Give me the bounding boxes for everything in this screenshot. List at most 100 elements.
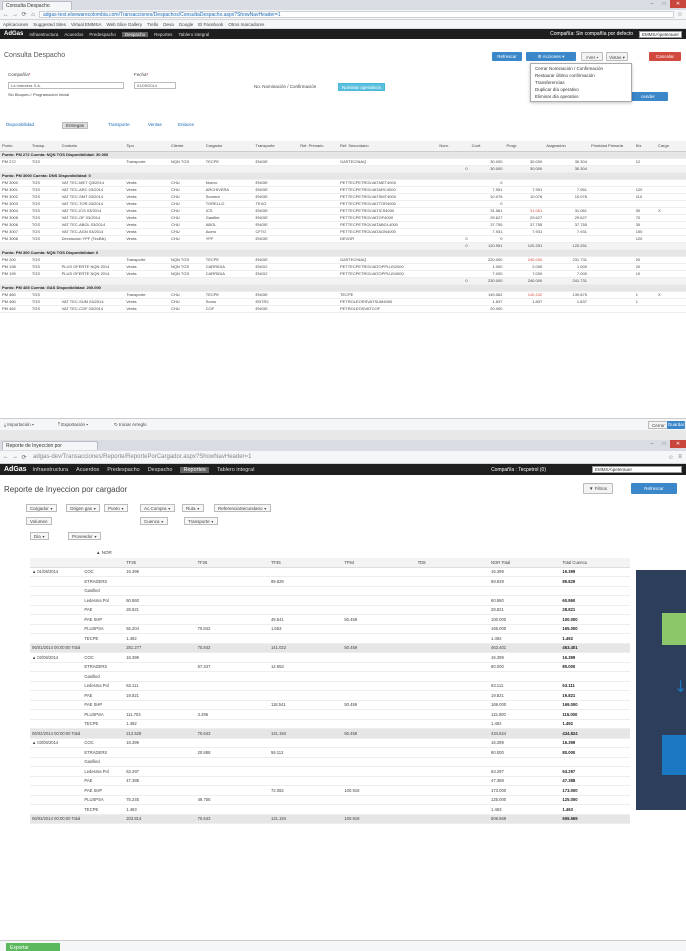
user-select[interactable]: EMMSA\peterauer xyxy=(638,30,682,38)
row-field-chip[interactable]: Dia ▼ xyxy=(30,532,50,540)
column-header[interactable]: Ktz xyxy=(633,141,657,152)
pivot-field-chip[interactable]: Ac.Compra ▼ xyxy=(140,504,175,512)
column-header[interactable]: Cliente xyxy=(168,141,204,152)
tab-transporte[interactable]: Transporte xyxy=(108,122,130,127)
filter-icon[interactable]: ▼ xyxy=(167,507,170,511)
pivot-field-chip[interactable]: Ruta ▼ xyxy=(182,504,204,512)
row-field-chip[interactable]: Proveedor ▼ xyxy=(68,532,102,540)
close-icon[interactable]: ✕ xyxy=(670,0,686,8)
minimize-icon[interactable]: – xyxy=(646,440,658,448)
view-button[interactable]: ⌕Ver ▾ xyxy=(581,52,603,61)
nav-item-predespacho[interactable]: Predespacho xyxy=(89,32,116,37)
menu-item[interactable]: Duplicar día operativo xyxy=(531,86,631,93)
filter-icon[interactable]: ▼ xyxy=(41,535,45,539)
right-action-button[interactable]: cender xyxy=(628,92,668,101)
nav-item-acuerdos[interactable]: Acuerdos xyxy=(76,467,99,473)
tab-enlaces[interactable]: Enlaces xyxy=(178,122,194,127)
column-header[interactable]: Nom. xyxy=(437,141,470,152)
column-header[interactable]: Transporte xyxy=(253,141,299,152)
pivot-column-header[interactable]: TF94 xyxy=(342,558,416,568)
menu-icon[interactable]: ≡ xyxy=(677,454,683,460)
minimize-icon[interactable]: – xyxy=(646,0,658,8)
column-header[interactable]: Conf. xyxy=(469,141,505,152)
bookmark-item[interactable]: Google xyxy=(179,22,194,27)
column-header[interactable]: Asignación xyxy=(544,141,589,152)
column-header[interactable]: Ref. Secundario xyxy=(337,141,438,152)
close-button[interactable]: Cerrar xyxy=(648,421,669,429)
column-header[interactable]: Ref. Primario xyxy=(298,141,338,152)
column-header[interactable]: Cargo xyxy=(656,141,686,152)
bookmark-item[interactable]: Web Slice Gallery xyxy=(106,22,142,27)
tab-entregas[interactable]: Entregas xyxy=(62,122,89,129)
filter-icon[interactable]: ▼ xyxy=(263,507,267,511)
pivot-column-header[interactable]: TF26 xyxy=(195,558,269,568)
forward-icon[interactable]: → xyxy=(12,12,18,18)
pivot-column-header[interactable]: TD8 xyxy=(415,558,489,568)
tab-disponibilidad[interactable]: Disponibilidad xyxy=(6,122,34,127)
menu-item[interactable]: Eliminar día operativo xyxy=(531,93,631,100)
bookmark-item[interactable]: Trello xyxy=(147,22,158,27)
column-header[interactable]: Progr. xyxy=(504,141,545,152)
pivot-field-chip[interactable]: Cuenca ▼ xyxy=(140,517,168,525)
nav-item-infraestructura[interactable]: Infraestructura xyxy=(29,32,58,37)
pivot-column-header[interactable]: NOR Total xyxy=(488,558,561,568)
menu-item[interactable]: Transferencias xyxy=(531,79,631,86)
nav-item-infraestructura[interactable]: Infraestructura xyxy=(33,467,68,473)
nav-item-reportes[interactable]: Reportes xyxy=(180,466,209,473)
filter-icon[interactable]: ▼ xyxy=(92,507,96,511)
refresh-button[interactable]: Refrescar xyxy=(492,52,522,61)
nav-item-despacho[interactable]: Despacho xyxy=(121,31,149,37)
pivot-field-chip[interactable]: Cargador ▼ xyxy=(26,504,58,512)
pivot-field-chip[interactable]: Punto ▼ xyxy=(104,504,129,512)
column-header[interactable]: Cargador xyxy=(203,141,254,152)
user-select[interactable]: EMMSA\peterauer xyxy=(592,466,682,473)
nav-item-predespacho[interactable]: Predespacho xyxy=(107,467,139,473)
bookmark-item[interactable]: Deva xyxy=(163,22,174,27)
url-field[interactable]: adgas-dev/Transacciones/Reporte/ReporteP… xyxy=(30,453,665,462)
back-icon[interactable]: ← xyxy=(3,12,9,18)
forward-icon[interactable]: → xyxy=(12,454,18,460)
column-header[interactable]: Contrato xyxy=(59,141,125,152)
bookmark-item[interactable]: Virtual EMMSA xyxy=(71,22,101,27)
maximize-icon[interactable]: □ xyxy=(658,0,670,8)
compania-select[interactable]: La Imbutera S.A. xyxy=(8,82,124,89)
close-icon[interactable]: ✕ xyxy=(670,440,686,448)
column-header[interactable]: Tipo xyxy=(124,141,169,152)
reload-icon[interactable]: ⟳ xyxy=(21,11,27,18)
fecha-input[interactable]: 01/09/2014 xyxy=(134,82,176,89)
star-icon[interactable]: ☆ xyxy=(677,11,683,18)
bookmark-item[interactable]: Aplicaciones xyxy=(3,22,28,27)
tab-ventas[interactable]: Ventas xyxy=(148,122,162,127)
column-header[interactable]: Punto xyxy=(0,141,30,152)
volume-field-chip[interactable]: Volumen xyxy=(26,517,52,525)
iniciar-arreglo-button[interactable]: ↻ Iniciar Arreglo xyxy=(114,421,147,429)
filter-icon[interactable]: ▼ xyxy=(196,507,199,511)
export-button[interactable]: Exportar xyxy=(6,943,60,951)
column-header[interactable]: Prioridad Primaria xyxy=(588,141,634,152)
menu-item[interactable]: Cerrar Nominación / Confirmación xyxy=(531,65,631,72)
export-button[interactable]: ⤒ Exportación ▾ xyxy=(58,421,88,429)
nav-item-tablero-integral[interactable]: Tablero integral xyxy=(178,32,209,37)
menu-item[interactable]: Restaurar último confirmación xyxy=(531,72,631,79)
pivot-column-header[interactable]: TF35 xyxy=(268,558,343,568)
nav-item-reportes[interactable]: Reportes xyxy=(154,32,172,37)
brand-logo[interactable]: AdGas xyxy=(4,31,23,37)
nominar-chip[interactable]: Nominar operativos xyxy=(338,83,386,91)
home-icon[interactable]: ⌂ xyxy=(30,12,36,18)
filter-icon[interactable]: ▼ xyxy=(93,535,97,539)
pivot-field-chip[interactable]: Origen gas ▼ xyxy=(66,504,101,512)
bookmark-item[interactable]: Otros marcadores xyxy=(228,22,264,27)
nav-item-tablero-integral[interactable]: Tablero integral xyxy=(217,467,255,473)
pivot-field-chip[interactable]: Transporte ▼ xyxy=(184,517,219,525)
filters-button[interactable]: ▼ Filtros xyxy=(583,483,613,494)
import-button[interactable]: ⤓ Importación ▾ xyxy=(4,421,34,429)
filter-icon[interactable]: ▼ xyxy=(120,507,124,511)
star-icon[interactable]: ☆ xyxy=(668,454,674,461)
filter-icon[interactable]: ▼ xyxy=(160,520,163,524)
bookmark-item[interactable]: Suggested Sites xyxy=(33,22,66,27)
views-button[interactable]: Vistas ▾ xyxy=(606,52,628,61)
pivot-column-header[interactable]: Total Cuenca xyxy=(560,558,630,568)
pivot-field-chip[interactable]: ReferenciaSecundario ▼ xyxy=(214,504,271,512)
url-field[interactable]: adgas-test.elsewarecolombia.com/Transacc… xyxy=(39,11,674,18)
cancel-button[interactable]: Cancelar xyxy=(649,52,681,61)
